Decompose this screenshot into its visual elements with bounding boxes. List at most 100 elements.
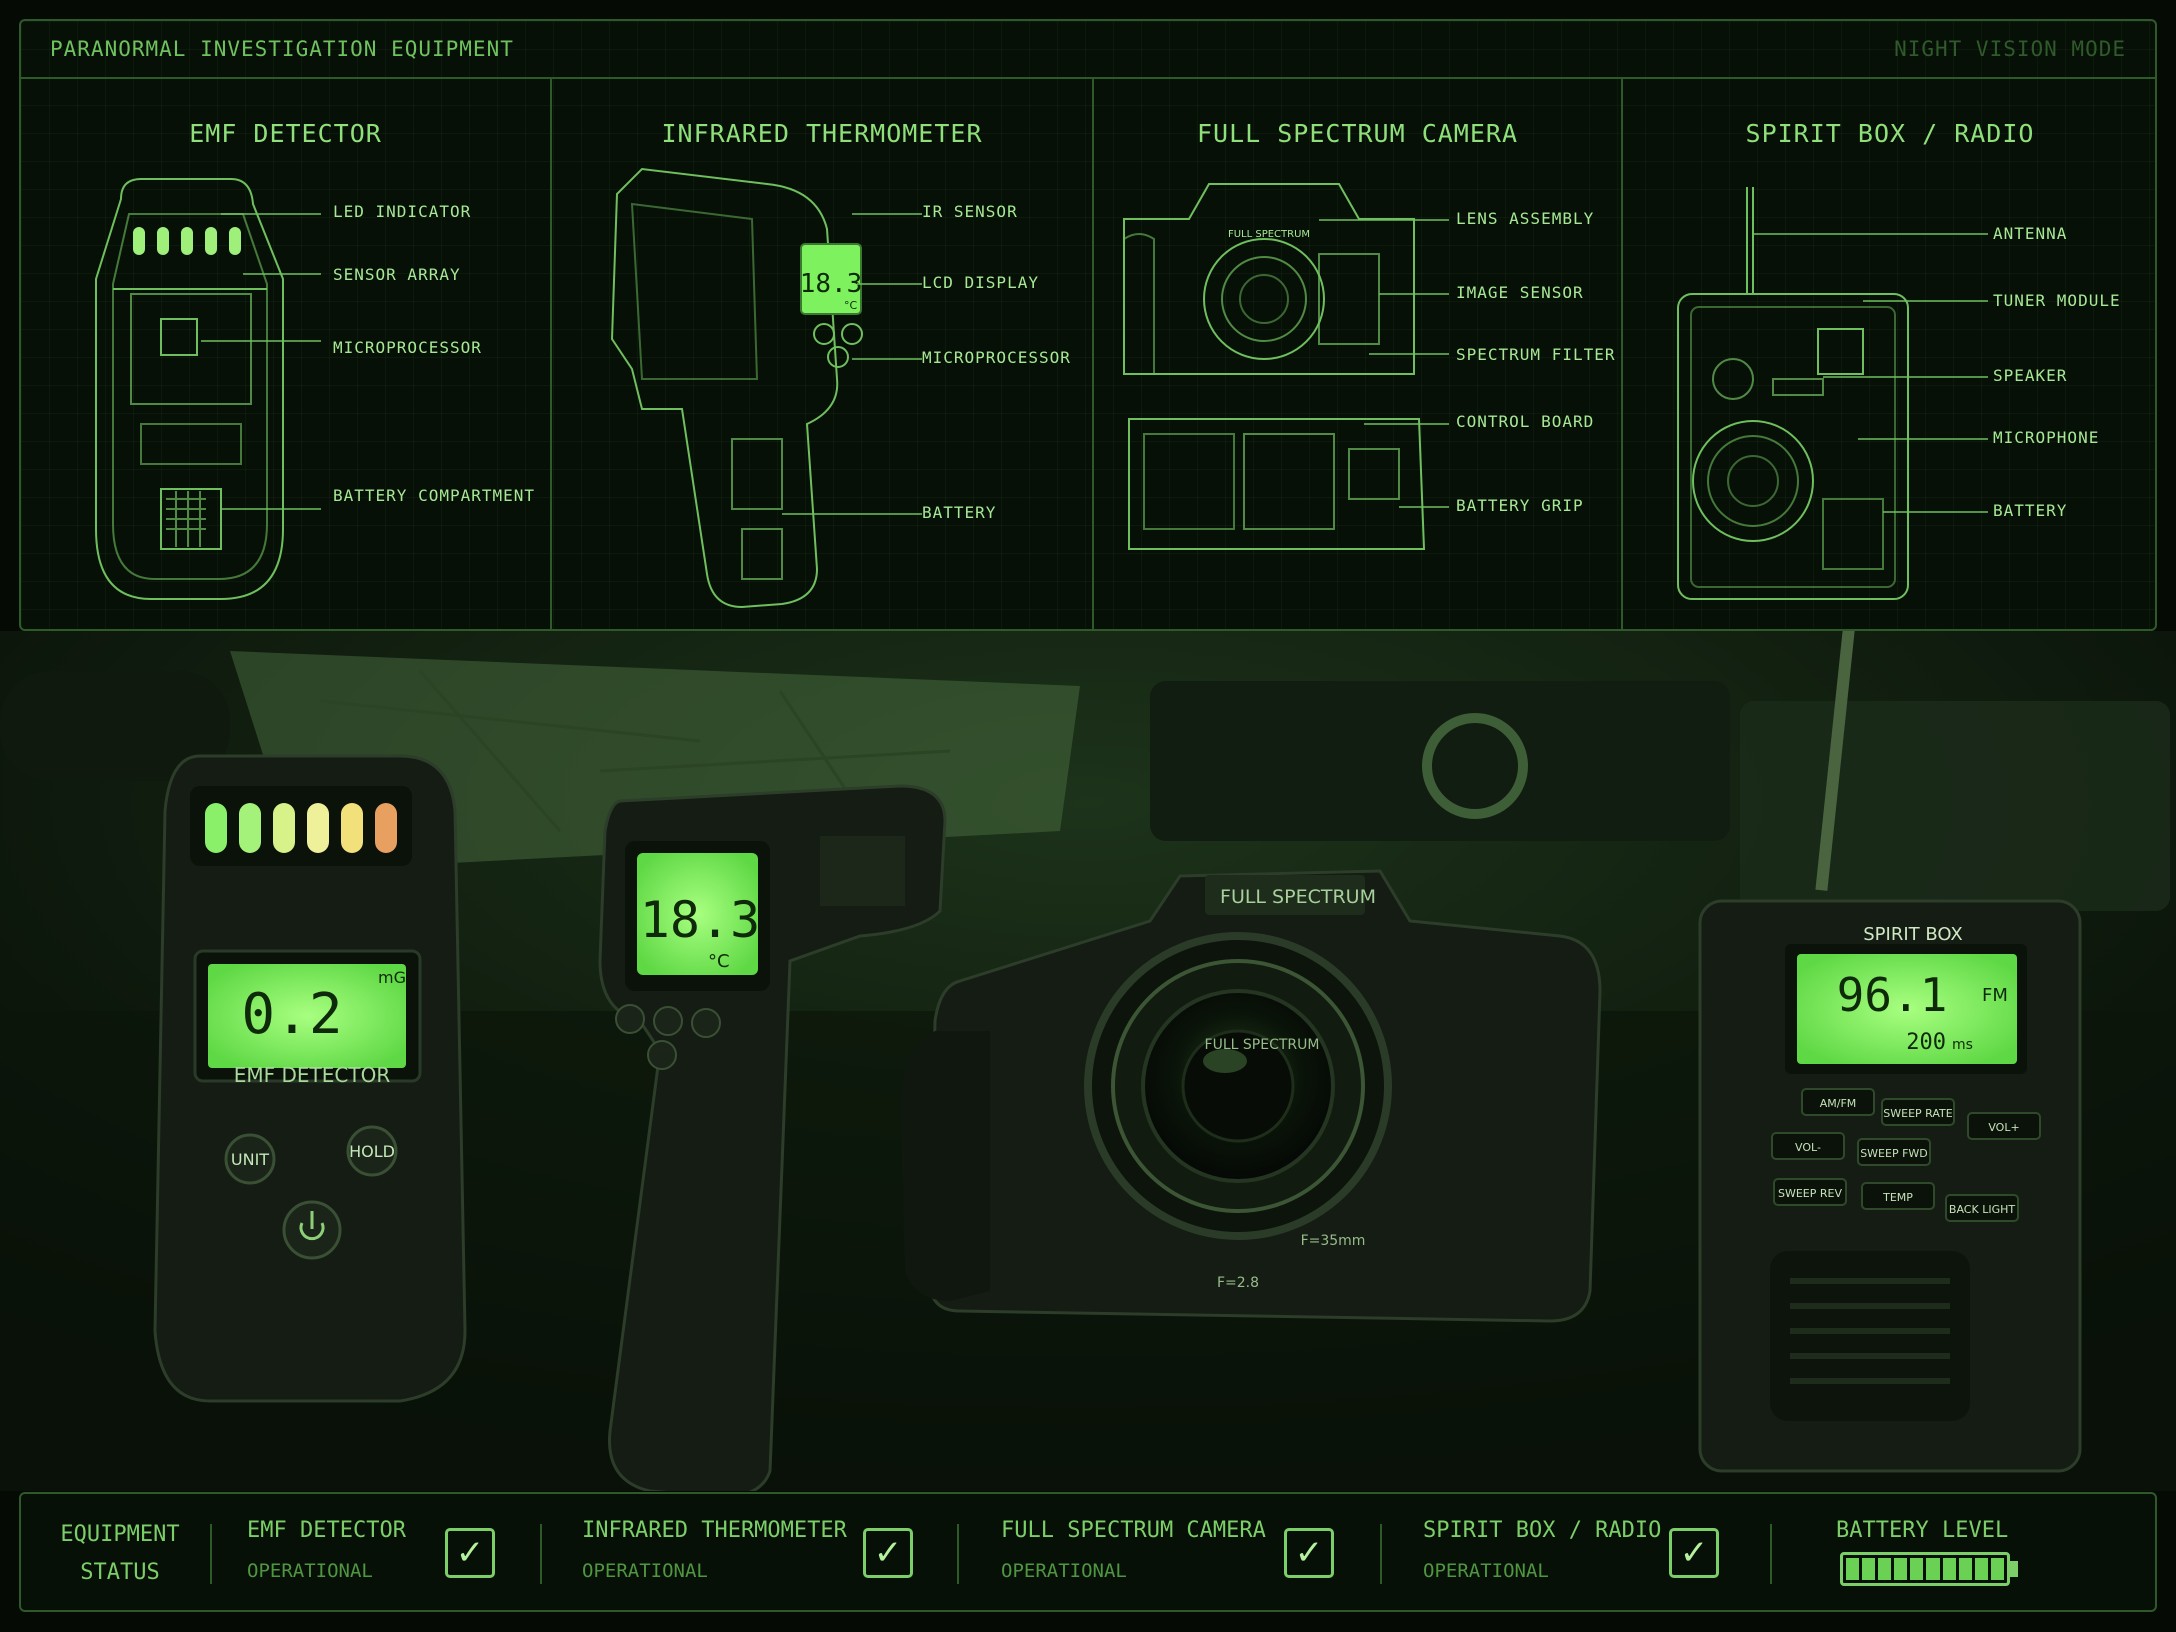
equipment-photo-scene: 0.2 mG EMF DETECTOR UNIT HOLD 18.3 °C FU…	[0, 601, 2176, 1499]
callout-battery-compartment: BATTERY COMPARTMENT	[333, 486, 536, 505]
battery-cell	[1878, 1558, 1892, 1580]
status-item-spirit-box-state: OPERATIONAL	[1423, 1560, 1549, 1582]
panel-title: PARANORMAL INVESTIGATION EQUIPMENT	[50, 37, 514, 61]
status-item-emf-state: OPERATIONAL	[247, 1560, 373, 1582]
spirit-box-button-label: TEMP	[1882, 1191, 1913, 1204]
callout-spectrum-filter: SPECTRUM FILTER	[1456, 345, 1616, 364]
spirit-box-button-label: SWEEP RATE	[1883, 1107, 1952, 1120]
callout-tuner-module: TUNER MODULE	[1993, 291, 2121, 310]
blueprint-full-spectrum-camera: FULL SPECTRUM CAMERA FULL SPECTRUM LENS …	[1092, 79, 1621, 631]
check-icon[interactable]: ✓	[1669, 1528, 1719, 1578]
emf-label: EMF DETECTOR	[234, 1063, 391, 1087]
check-icon[interactable]: ✓	[1284, 1528, 1334, 1578]
blueprint-screen-value: 18.3	[800, 269, 863, 299]
callout-battery: BATTERY	[1993, 501, 2068, 520]
divider	[1380, 1524, 1382, 1584]
callout-ir-sensor: IR SENSOR	[922, 202, 1018, 221]
blueprint-emf-detector: EMF DETECTOR LED INDICATOR SENSOR ARRAY …	[21, 79, 550, 631]
callout-battery-grip: BATTERY GRIP	[1456, 496, 1584, 515]
camera-lens-label: FULL SPECTRUM	[1205, 1037, 1320, 1053]
callout-battery: BATTERY	[922, 503, 997, 522]
spirit-box-button[interactable]: VOL-	[1771, 1132, 1845, 1160]
battery-tip	[2010, 1561, 2018, 1577]
emf-unit-button[interactable]: UNIT	[231, 1150, 269, 1169]
check-icon[interactable]: ✓	[445, 1528, 495, 1578]
emf-hold-button[interactable]: HOLD	[349, 1142, 395, 1161]
thermometer-reading: 18.3	[640, 891, 760, 949]
led-indicator	[205, 803, 227, 853]
emf-unit: mG	[378, 968, 406, 987]
status-item-thermometer-state: OPERATIONAL	[582, 1560, 708, 1582]
blueprint-panel: PARANORMAL INVESTIGATION EQUIPMENT NIGHT…	[19, 19, 2157, 631]
thermometer-unit: °C	[708, 951, 730, 972]
callout-microprocessor: MICROPROCESSOR	[333, 338, 482, 357]
status-bar-title: EQUIPMENT STATUS	[35, 1516, 205, 1592]
spirit-box-button[interactable]: TEMP	[1861, 1182, 1935, 1210]
status-item-emf-name: EMF DETECTOR	[247, 1518, 406, 1543]
spirit-box-label: SPIRIT BOX	[1863, 924, 1963, 945]
spirit-box-frequency: 96.1	[1837, 968, 1948, 1022]
notebook-prop	[1740, 701, 2170, 911]
spirit-box-button-label: VOL+	[1988, 1121, 2019, 1134]
status-item-camera-state: OPERATIONAL	[1001, 1560, 1127, 1582]
divider	[540, 1524, 542, 1584]
spirit-box-button-label: BACK LIGHT	[1949, 1203, 2015, 1216]
blueprint-spirit-box-radio: SPIRIT BOX / RADIO ANTENNA TUNER MODULE …	[1621, 79, 2157, 631]
divider	[957, 1524, 959, 1584]
spirit-box-button[interactable]: VOL+	[1967, 1112, 2041, 1140]
status-title-line1: EQUIPMENT	[60, 1522, 180, 1547]
spirit-box-button-label: SWEEP REV	[1778, 1187, 1842, 1200]
equipment-illustration: 0.2 mG EMF DETECTOR UNIT HOLD 18.3 °C FU…	[0, 601, 2176, 1499]
spirit-box-button[interactable]: SWEEP REV	[1773, 1178, 1847, 1206]
camera-focal-length: F=35mm	[1301, 1233, 1366, 1249]
panel-header: PARANORMAL INVESTIGATION EQUIPMENT NIGHT…	[21, 21, 2155, 79]
divider	[210, 1524, 212, 1584]
spirit-box-band: FM	[1982, 985, 2008, 1006]
emf-reading: 0.2	[241, 982, 342, 1047]
camera-top-label: FULL SPECTRUM	[1220, 886, 1376, 908]
status-item-camera-name: FULL SPECTRUM CAMERA	[1001, 1518, 1266, 1543]
led-indicator	[239, 803, 261, 853]
status-title-line2: STATUS	[80, 1560, 160, 1585]
callout-lcd-display: LCD DISPLAY	[922, 273, 1039, 292]
callout-image-sensor: IMAGE SENSOR	[1456, 283, 1584, 302]
callout-sensor-array: SENSOR ARRAY	[333, 265, 461, 284]
callout-microprocessor: MICROPROCESSOR	[922, 348, 1071, 367]
battery-cell	[1910, 1558, 1924, 1580]
battery-cell	[1990, 1558, 2004, 1580]
camera-body-label: FULL SPECTRUM	[1228, 229, 1310, 240]
camera-aperture: F=2.8	[1217, 1275, 1259, 1291]
callout-microphone: MICROPHONE	[1993, 428, 2100, 447]
spirit-box-button-label: SWEEP FWD	[1860, 1147, 1928, 1160]
blueprint-infrared-thermometer: INFRARED THERMOMETER 18.3 °C IR SENSOR L…	[550, 79, 1092, 631]
status-item-thermometer-name: INFRARED THERMOMETER	[582, 1518, 847, 1543]
led-indicator	[307, 803, 329, 853]
divider	[1770, 1524, 1772, 1584]
callout-speaker: SPEAKER	[1993, 366, 2068, 385]
battery-cell	[1974, 1558, 1988, 1580]
callout-control-board: CONTROL BOARD	[1456, 412, 1595, 431]
led-indicator	[341, 803, 363, 853]
battery-level-label: BATTERY LEVEL	[1836, 1518, 2009, 1543]
battery-cell	[1942, 1558, 1956, 1580]
spirit-box-button[interactable]: BACK LIGHT	[1945, 1194, 2019, 1222]
equipment-status-bar: EQUIPMENT STATUS EMF DETECTOR OPERATIONA…	[19, 1492, 2157, 1612]
case-prop	[1150, 681, 1730, 841]
led-indicator	[375, 803, 397, 853]
spirit-box-button[interactable]: AM/FM	[1801, 1088, 1875, 1116]
check-icon[interactable]: ✓	[863, 1528, 913, 1578]
spirit-box-button-label: VOL-	[1795, 1141, 1821, 1154]
status-item-spirit-box-name: SPIRIT BOX / RADIO	[1423, 1518, 1662, 1543]
led-indicator	[273, 803, 295, 853]
night-vision-mode-label[interactable]: NIGHT VISION MODE	[1894, 37, 2126, 61]
battery-cell	[1846, 1558, 1860, 1580]
callout-lens-assembly: LENS ASSEMBLY	[1456, 209, 1595, 228]
spirit-box-sweep-value: 200	[1906, 1030, 1946, 1055]
spirit-box-button[interactable]: SWEEP FWD	[1857, 1138, 1931, 1166]
battery-cell	[1894, 1558, 1908, 1580]
spirit-box-button[interactable]: SWEEP RATE	[1881, 1098, 1955, 1126]
spirit-box-button-label: AM/FM	[1820, 1097, 1857, 1110]
battery-cell	[1926, 1558, 1940, 1580]
spirit-box-sweep-unit: ms	[1952, 1037, 1973, 1053]
blueprint-screen-unit: °C	[844, 299, 858, 312]
